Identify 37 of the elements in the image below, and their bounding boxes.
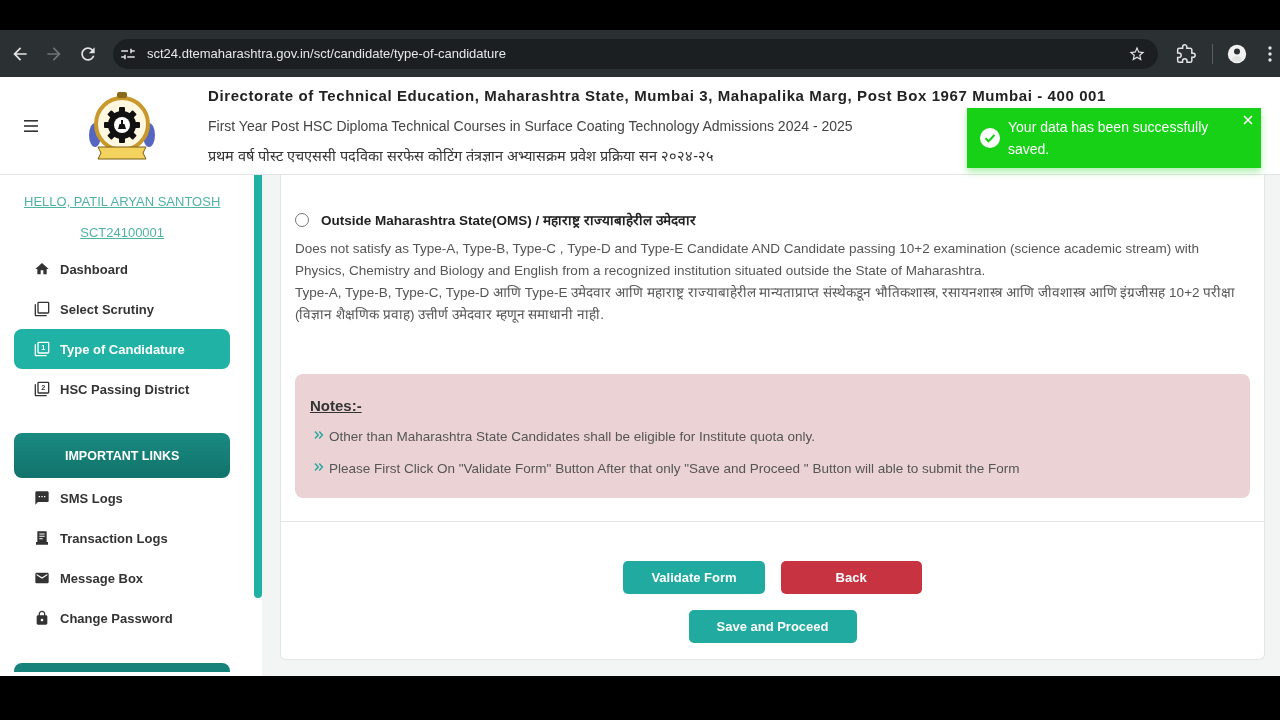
header-title: Directorate of Technical Education, Maharashtra State, Mumbai 3, Mahapalika Marg, Post Box 1967 Mumbai - 400 001: [208, 85, 1106, 106]
stacked-squares-icon: [34, 301, 50, 317]
form-button[interactable]: Back: [780, 561, 922, 594]
header-subtitle: प्रथम वर्ष पोस्ट एचएससी पदविका सरफेस कोटिंग तंत्रज्ञान अभ्यासक्रम प्रवेश प्रक्रिया सन २०२४-२५: [208, 146, 715, 166]
sidebar-menu-item[interactable]: Change Password: [14, 598, 231, 638]
option-description: Does not satisfy as Type-A, Type-B, Type-C , Type-D and Type-E Candidate AND Candidate passing 10+2 examination (science academic stream) with Physics, Chemistry and Biology and English from a recognized institution situated outside the State of Maharashtra.: [295, 240, 1201, 280]
profile-icon[interactable]: [1227, 43, 1247, 64]
sidebar-menu-item[interactable]: Select Scrutiny: [14, 289, 231, 329]
receipt-icon: [34, 530, 50, 546]
sidebar-menu-item[interactable]: Message Box: [14, 558, 231, 598]
home-icon: [34, 261, 50, 277]
header-subtitle: First Year Post HSC Diploma Technical Courses in Surface Coating Technology Admissions 2024 - 2025: [208, 116, 853, 136]
numbered-squares-icon: 1: [34, 341, 50, 357]
sidebar-menu-item[interactable]: SMS Logs: [14, 478, 231, 518]
double-chevron-icon: [314, 462, 324, 472]
toast-message: Your data has been successfully saved.: [1008, 118, 1210, 159]
numbered-squares-icon: 2: [34, 381, 50, 397]
gear-emblem-logo: [86, 90, 158, 161]
notes-title: Notes:-: [310, 396, 362, 416]
check-circle-icon: [980, 128, 1000, 148]
option-description: Type-A, Type-B, Type-C, Type-D आणि Type-E उमेदवार आणि महाराष्ट्र राज्याबाहेरील मान्यताप्राप्त संस्थेकडून भौतिकशास्त्र, रसायनशास्त्र आणि जीवशास्त्र आणि इंग्रजीसह 10+2 परीक्षा (विज्ञान शैक्षणिक प्रवाह) उत्तीर्ण उमेदवार म्हणून समाधानी नाही.: [295, 284, 1237, 325]
more-menu-icon[interactable]: [1268, 45, 1272, 62]
puzzle-piece-icon[interactable]: [1176, 43, 1196, 64]
envelope-icon: [34, 570, 50, 586]
sidebar-menu-item[interactable]: 2 HSC Passing District: [14, 369, 231, 409]
menu-icon[interactable]: [24, 119, 38, 132]
chat-bubble-icon: [34, 490, 50, 506]
sidebar-menu-item[interactable]: Dashboard: [14, 249, 231, 289]
sidebar-menu-item[interactable]: Transaction Logs: [14, 518, 231, 558]
double-chevron-icon: [314, 430, 324, 440]
lock-icon: [34, 610, 50, 626]
note-text: Other than Maharashtra State Candidates shall be eligible for Institute quota only.: [329, 428, 816, 446]
option-label: Outside Maharashtra State(OMS) / महाराष्ट्र राज्याबाहेरील उमेदवार: [321, 211, 696, 229]
scrollbar-thumb[interactable]: [254, 175, 262, 598]
note-text: Please First Click On "Validate Form" Button After that only "Save and Proceed " Button will able to submit the Form: [329, 460, 1020, 478]
address-bar[interactable]: sct24.dtemaharashtra.gov.in/sct/candidate/type-of-candidature: [113, 38, 1158, 69]
important-links-header: IMPORTANT LINKS: [14, 433, 231, 478]
